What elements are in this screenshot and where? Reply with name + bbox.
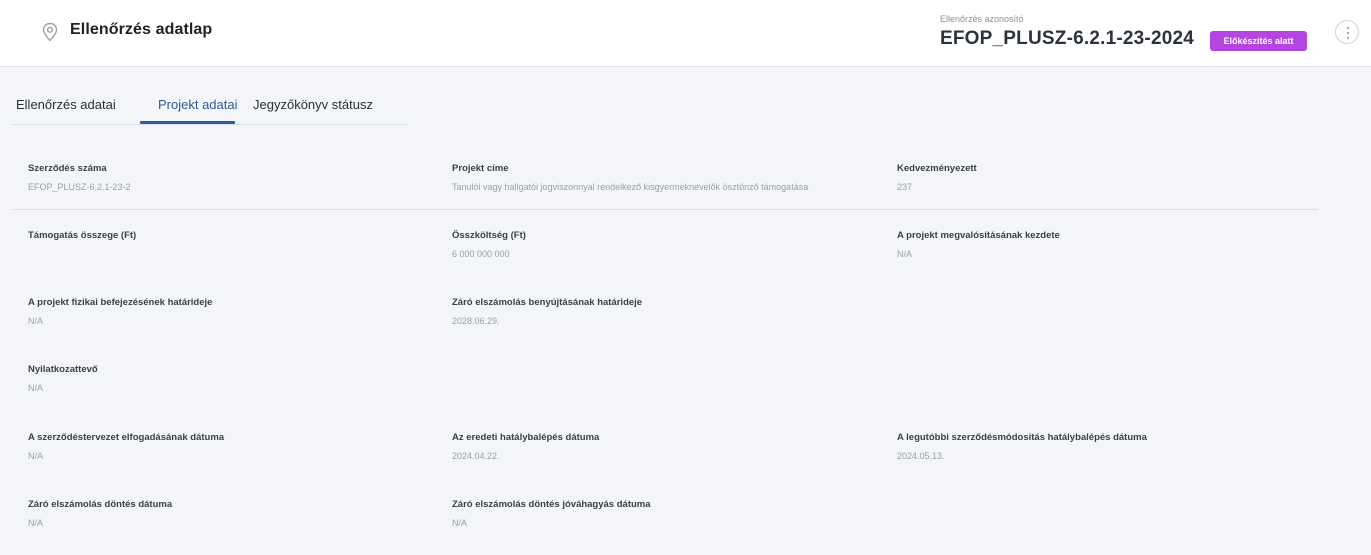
field-value: N/A: [28, 451, 44, 461]
field-label: A projekt megvalósításának kezdete: [897, 230, 1060, 241]
field-label: A legutóbbi szerződésmódosítás hatálybal…: [897, 432, 1147, 443]
field-osszkoltseg: Összköltség (Ft) 6 000 000 000: [452, 230, 872, 259]
field-zaro-elszamolas-jovahagyas: Záró elszámolás döntés jóváhagyás dátuma…: [452, 499, 872, 528]
field-label: Az eredeti hatálybalépés dátuma: [452, 432, 600, 443]
field-label: Kedvezményezett: [897, 163, 977, 174]
more-vertical-icon: [1346, 26, 1350, 40]
field-legutobbi-modositas: A legutóbbi szerződésmódosítás hatálybal…: [897, 432, 1317, 461]
tab-jegyzokonyv-statusz[interactable]: Jegyzőkönyv státusz: [253, 97, 373, 112]
field-value: 2024.05.13.: [897, 451, 945, 461]
section-divider: [12, 209, 1318, 210]
tab-projekt-adatai[interactable]: Projekt adatai: [158, 97, 238, 112]
field-label: Záró elszámolás döntés dátuma: [28, 499, 173, 510]
field-value: N/A: [452, 518, 468, 528]
status-badge: Előkészítés alatt: [1210, 31, 1307, 51]
field-zaro-elszamolas-hatarido: Záró elszámolás benyújtásának határideje…: [452, 297, 872, 326]
active-tab-indicator: [140, 121, 235, 124]
field-zaro-elszamolas-dontes: Záró elszámolás döntés dátuma N/A: [28, 499, 448, 528]
location-pin-icon: [42, 22, 58, 42]
field-label: Összköltség (Ft): [452, 230, 526, 241]
field-value: 2024.04.22.: [452, 451, 500, 461]
field-tamogatas-osszege: Támogatás összege (Ft): [28, 230, 448, 249]
field-value: N/A: [897, 249, 913, 259]
field-label: Projekt címe: [452, 163, 509, 174]
tab-bar: Ellenőrzés adatai Projekt adatai Jegyzők…: [12, 87, 408, 125]
inspection-id-value: EFOP_PLUSZ-6.2.1-23-2024: [940, 28, 1195, 49]
page-title: Ellenőrzés adatlap: [70, 21, 213, 38]
field-value: EFOP_PLUSZ-6.2.1-23-2: [28, 182, 131, 192]
page-header: Ellenőrzés adatlap Ellenőrzés azonosító …: [0, 0, 1371, 67]
field-label: Támogatás összege (Ft): [28, 230, 137, 241]
field-szerzodestervezet-elfogadas: A szerződéstervezet elfogadásának dátuma…: [28, 432, 448, 461]
field-value: 2028.06.29.: [452, 316, 500, 326]
tab-ellenorzes-adatai[interactable]: Ellenőrzés adatai: [16, 97, 116, 112]
field-label: Záró elszámolás benyújtásának határideje: [452, 297, 643, 308]
field-projekt-cime: Projekt címe Tanulói vagy hallgatói jogv…: [452, 163, 872, 192]
field-megvalositas-kezdete: A projekt megvalósításának kezdete N/A: [897, 230, 1317, 259]
field-label: Záró elszámolás döntés jóváhagyás dátuma: [452, 499, 651, 510]
field-value: 237: [897, 182, 913, 192]
field-nyilatkozattevo: Nyilatkozattevő N/A: [28, 364, 448, 393]
field-kedvezmenyezett: Kedvezményezett 237: [897, 163, 1317, 192]
field-value: N/A: [28, 383, 44, 393]
field-label: A projekt fizikai befejezésének határide…: [28, 297, 213, 308]
field-fizikai-befejezes: A projekt fizikai befejezésének határide…: [28, 297, 448, 326]
inspection-id-label: Ellenőrzés azonosító: [940, 14, 1024, 24]
field-label: A szerződéstervezet elfogadásának dátuma: [28, 432, 225, 443]
field-label: Nyilatkozattevő: [28, 364, 98, 375]
more-options-button[interactable]: [1335, 20, 1359, 44]
field-value: 6 000 000 000: [452, 249, 510, 259]
field-value: N/A: [28, 518, 44, 528]
field-value: Tanulói vagy hallgatói jogviszonnyal ren…: [452, 182, 809, 192]
field-eredeti-hatalybalepes: Az eredeti hatálybalépés dátuma 2024.04.…: [452, 432, 872, 461]
field-value: N/A: [28, 316, 44, 326]
field-label: Szerződés száma: [28, 163, 107, 174]
field-szerzodes-szama: Szerződés száma EFOP_PLUSZ-6.2.1-23-2: [28, 163, 448, 192]
